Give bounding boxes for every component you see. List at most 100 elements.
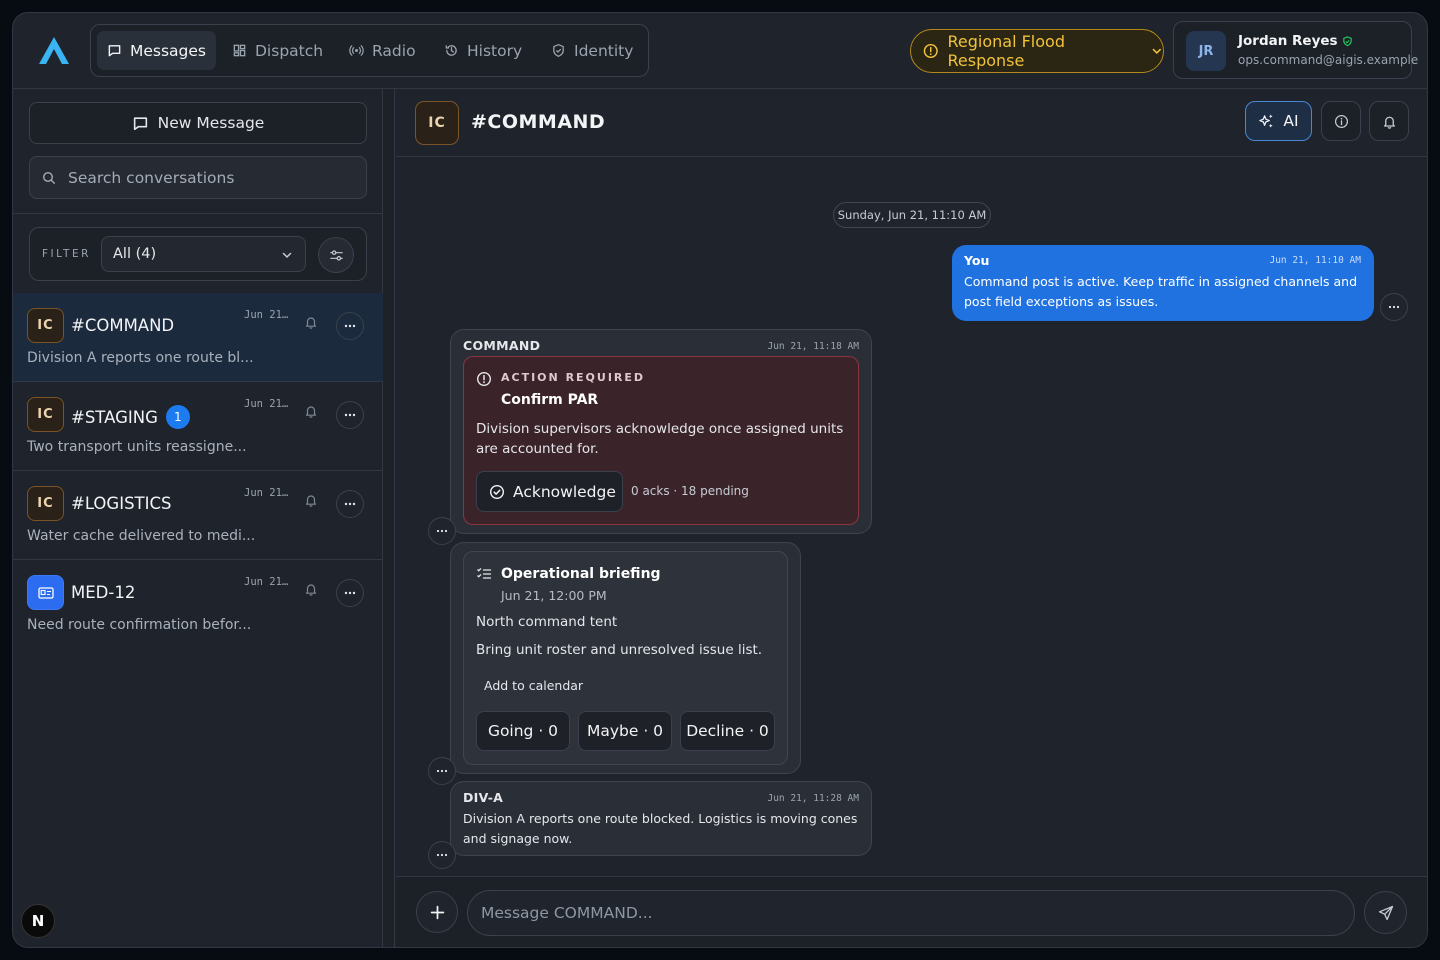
message-time: Jun 21, 11:10 AM (1269, 255, 1361, 266)
attach-button[interactable] (416, 891, 458, 933)
tab-radio[interactable]: Radio (339, 31, 426, 70)
add-to-calendar-link[interactable]: Add to calendar (484, 678, 583, 693)
filter-select[interactable]: All (4) (101, 236, 306, 272)
more-horizontal-icon (344, 591, 356, 595)
sparkles-icon (1259, 113, 1274, 128)
channel-info-button[interactable] (1321, 101, 1361, 141)
channel-icon: IC (27, 308, 64, 343)
radio-icon (349, 45, 364, 56)
notifications-button[interactable] (1369, 101, 1409, 141)
more-options-button[interactable] (336, 490, 364, 518)
alert-circle-icon (923, 43, 938, 59)
sidebar-resize-handle[interactable] (383, 89, 395, 947)
ack-status: 0 acks · 18 pending (631, 484, 749, 498)
app-logo-icon[interactable] (35, 33, 73, 67)
tab-dispatch[interactable]: Dispatch (222, 31, 333, 70)
app-window: Messages Dispatch Radio History Identity… (12, 12, 1428, 948)
filter-settings-button[interactable] (318, 237, 354, 273)
conversation-name: #STAGING 1 (71, 405, 190, 429)
conversation-name: #COMMAND (71, 316, 175, 335)
bell-icon[interactable] (304, 315, 318, 329)
action-required-card: ACTION REQUIRED Confirm PAR Division sup… (463, 356, 859, 525)
avatar: JR (1186, 31, 1226, 71)
bell-icon[interactable] (304, 582, 318, 596)
more-horizontal-icon (344, 324, 356, 328)
bell-icon (1383, 116, 1395, 129)
tab-messages[interactable]: Messages (97, 31, 217, 70)
rsvp-going-button[interactable]: Going · 0 (476, 711, 570, 751)
verified-shield-icon (1342, 35, 1352, 46)
send-button[interactable] (1364, 891, 1407, 934)
user-name-row: Jordan Reyes (1238, 33, 1353, 49)
conversation-name: #LOGISTICS (71, 494, 172, 513)
search-icon (42, 171, 55, 184)
conversation-preview: Need route confirmation befor... (27, 617, 252, 633)
unread-badge: 1 (165, 405, 190, 429)
message-options-button[interactable] (428, 517, 456, 545)
conversation-logistics[interactable]: IC #LOGISTICS Jun 21… Water cache delive… (13, 471, 383, 560)
event-time: Jun 21, 12:00 PM (501, 588, 607, 603)
more-horizontal-icon (1388, 305, 1400, 309)
message-sender: DIV-A (463, 790, 504, 805)
incident-selector[interactable]: Regional Flood Response (910, 29, 1164, 73)
more-horizontal-icon (436, 769, 448, 773)
action-message: COMMAND Jun 21, 11:18 AM ACTION REQUIRED… (450, 329, 872, 534)
dev-tools-badge[interactable]: N (21, 904, 55, 938)
search-input[interactable]: Search conversations (29, 156, 367, 199)
ai-assistant-button[interactable]: AI (1245, 101, 1312, 141)
tab-history[interactable]: History (434, 31, 532, 70)
message-text: Command post is active. Keep traffic in … (964, 274, 1358, 309)
plus-icon (430, 905, 444, 919)
id-card-icon (27, 575, 64, 610)
event-location: North command tent (476, 614, 618, 630)
conversation-command[interactable]: IC #COMMAND Jun 21… Division A reports o… (13, 293, 383, 382)
main-nav: Messages Dispatch Radio History Identity (90, 24, 649, 77)
message-options-button[interactable] (428, 841, 456, 869)
rsvp-decline-button[interactable]: Decline · 0 (680, 711, 775, 751)
sidebar-divider (13, 213, 383, 214)
event-card: Operational briefing Jun 21, 12:00 PM No… (463, 551, 788, 765)
message-placeholder: Message COMMAND... (481, 904, 653, 922)
conversation-date: Jun 21… (244, 398, 289, 410)
message-thread: Sunday, Jun 21, 11:10 AM You Jun 21, 11:… (396, 158, 1427, 876)
message-sender: You (964, 253, 990, 268)
conversation-date: Jun 21… (244, 487, 289, 499)
message-input[interactable]: Message COMMAND... (467, 890, 1355, 936)
more-horizontal-icon (436, 853, 448, 857)
filter-bar: FILTER All (4) (29, 227, 367, 281)
new-message-button[interactable]: New Message (29, 102, 367, 144)
channel-icon: IC (27, 397, 64, 432)
tab-identity[interactable]: Identity (541, 31, 643, 70)
more-options-button[interactable] (336, 579, 364, 607)
incident-label: Regional Flood Response (947, 32, 1065, 70)
own-message: You Jun 21, 11:10 AM Command post is act… (952, 245, 1374, 321)
bell-icon[interactable] (304, 404, 318, 418)
message-options-button[interactable] (428, 757, 456, 785)
more-options-button[interactable] (336, 312, 364, 340)
message-options-button[interactable] (1380, 293, 1408, 321)
reply-message: DIV-A Jun 21, 11:28 AM Division A report… (450, 781, 872, 856)
conversation-preview: Division A reports one route bl... (27, 350, 254, 366)
conversation-med-12[interactable]: MED-12 Jun 21… Need route confirmation b… (13, 560, 383, 649)
send-icon (1378, 905, 1393, 920)
user-email: ops.command@aigis.example (1238, 53, 1419, 67)
conversation-name: MED-12 (71, 583, 136, 602)
message-square-icon (133, 116, 147, 130)
filter-label: FILTER (42, 248, 91, 260)
search-placeholder: Search conversations (68, 168, 235, 187)
message-text: Division A reports one route blocked. Lo… (463, 811, 858, 846)
message-square-icon (108, 45, 121, 57)
user-card[interactable]: JR Jordan Reyes ops.command@aigis.exampl… (1173, 21, 1418, 79)
date-separator: Sunday, Jun 21, 11:10 AM (833, 202, 991, 228)
action-body: Division supervisors acknowledge once as… (476, 421, 844, 457)
rsvp-maybe-button[interactable]: Maybe · 0 (578, 711, 672, 751)
acknowledge-button[interactable]: Acknowledge (476, 471, 623, 512)
history-icon (445, 45, 457, 56)
conversation-preview: Two transport units reassigne... (27, 439, 247, 455)
channel-icon: IC (415, 101, 459, 145)
bell-icon[interactable] (304, 493, 318, 507)
message-sender: COMMAND (463, 338, 541, 353)
conversation-sidebar: New Message Search conversations FILTER … (13, 89, 383, 947)
more-options-button[interactable] (336, 401, 364, 429)
conversation-staging[interactable]: IC #STAGING 1 Jun 21… Two transport units… (13, 382, 383, 471)
